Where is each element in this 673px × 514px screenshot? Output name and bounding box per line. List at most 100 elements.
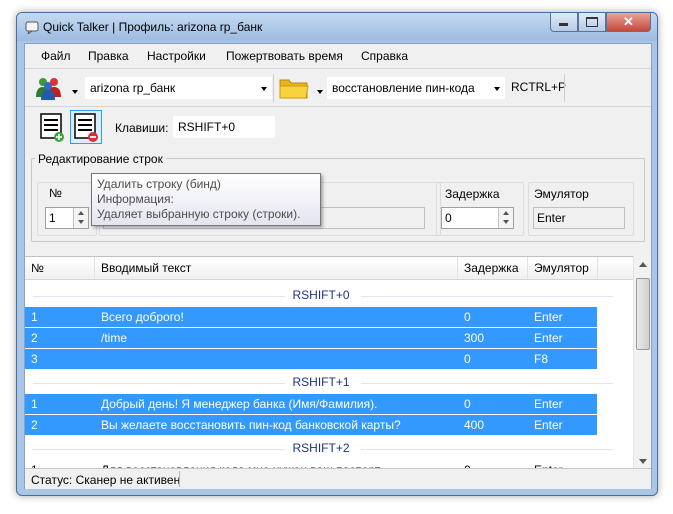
row-number: 2: [31, 331, 38, 345]
row-delay: 0: [464, 352, 471, 366]
group-header[interactable]: RSHIFT+2: [25, 438, 617, 458]
bind-menu-chevron-down-icon[interactable]: [317, 90, 323, 94]
row-emulator: Enter: [534, 418, 563, 432]
stepper-up-icon: [78, 211, 84, 215]
scroll-down-icon[interactable]: [639, 459, 647, 464]
add-line-button[interactable]: [37, 111, 67, 143]
divider: [273, 74, 274, 102]
tooltip-info-label: Информация:: [97, 192, 174, 206]
row-delay: 400: [464, 418, 485, 432]
table-row[interactable]: 3 0 F8: [25, 349, 597, 369]
profile-toolbar: arizona rp_банк восстановление пин-кода …: [25, 70, 651, 104]
hotkey-display: RCTRL+P: [511, 80, 567, 94]
group-title: RSHIFT+1: [292, 375, 350, 389]
minimize-button[interactable]: [550, 13, 578, 32]
row-text: Всего доброго!: [101, 310, 184, 324]
keys-field-value: RSHIFT+0: [178, 120, 236, 134]
row-emulator: F8: [534, 352, 549, 366]
delete-line-button[interactable]: [70, 110, 102, 144]
row-number: 1: [31, 397, 38, 411]
scroll-up-icon[interactable]: [639, 262, 647, 267]
window-title: Quick Talker | Профиль: arizona rp_банк: [43, 20, 263, 34]
bind-select-value: восстановление пин-кода: [332, 81, 475, 95]
client-area: Файл Правка Настройки Пожертвовать время…: [24, 43, 652, 489]
row-emulator: Enter: [534, 310, 563, 324]
delay-label: Задержка: [443, 187, 502, 201]
menu-file[interactable]: Файл: [41, 49, 71, 63]
column-header-text[interactable]: Вводимый текст: [95, 257, 458, 279]
scroll-thumb[interactable]: [636, 278, 650, 350]
divider: [564, 74, 565, 102]
edit-toolbar: Клавиши: RSHIFT+0: [25, 108, 651, 146]
menu-edit[interactable]: Правка: [88, 49, 129, 63]
stepper-up-icon: [503, 211, 509, 215]
app-icon: [25, 21, 39, 34]
group-header[interactable]: RSHIFT+0: [25, 285, 617, 305]
row-number: 1: [31, 310, 38, 324]
line-editor-group-title: Редактирование строк: [35, 152, 166, 166]
number-value: 1: [49, 211, 56, 225]
users-icon[interactable]: [35, 75, 63, 101]
emulator-label: Эмулятор: [532, 187, 591, 201]
divider: [25, 106, 651, 107]
close-button[interactable]: ✕: [606, 13, 651, 32]
row-number: 2: [31, 418, 38, 432]
keys-label: Клавиши:: [115, 121, 169, 135]
vertical-scrollbar[interactable]: [633, 256, 651, 470]
profile-select-value: arizona rp_банк: [90, 81, 176, 95]
chevron-down-icon: [261, 87, 267, 91]
lines-table[interactable]: № Вводимый текст Задержка Эмулятор RSHIF…: [25, 256, 633, 471]
stepper-down-icon: [503, 220, 509, 224]
divider: [25, 68, 651, 69]
status-text: Статус: Сканер не активен: [31, 473, 181, 487]
folder-icon[interactable]: [279, 76, 309, 100]
column-header-number[interactable]: №: [25, 257, 95, 279]
row-delay: 0: [464, 397, 471, 411]
column-header-emulator[interactable]: Эмулятор: [528, 257, 598, 279]
row-emulator: Enter: [534, 331, 563, 345]
column-header-delay[interactable]: Задержка: [458, 257, 528, 279]
bind-select[interactable]: восстановление пин-кода: [327, 77, 505, 99]
group-header[interactable]: RSHIFT+1: [25, 372, 617, 392]
table-row[interactable]: 1 Добрый день! Я менеджер банка (Имя/Фам…: [25, 394, 597, 414]
delay-spinner[interactable]: 0: [441, 207, 514, 229]
document-delete-icon: [74, 113, 98, 142]
row-text: /time: [101, 331, 128, 345]
menu-bar: Файл Правка Настройки Пожертвовать время…: [25, 44, 651, 66]
title-bar[interactable]: Quick Talker | Профиль: arizona rp_банк …: [17, 13, 657, 41]
table-row[interactable]: 2 Вы желаете восстановить пин-код банков…: [25, 415, 597, 435]
delay-stepper[interactable]: [498, 208, 513, 228]
maximize-button[interactable]: [578, 13, 606, 32]
profile-menu-chevron-down-icon[interactable]: [72, 90, 78, 94]
delete-line-tooltip: Удалить строку (бинд) Информация: Удаляе…: [91, 173, 321, 226]
maximize-icon: [586, 17, 598, 27]
row-text: Добрый день! Я менеджер банка (Имя/Фамил…: [101, 397, 378, 411]
tooltip-title: Удалить строку (бинд): [97, 177, 221, 191]
menu-help[interactable]: Справка: [361, 49, 408, 63]
menu-donate[interactable]: Пожертвовать время: [226, 49, 343, 63]
profile-select[interactable]: arizona rp_банк: [85, 77, 272, 99]
number-stepper[interactable]: [73, 208, 88, 228]
table-row[interactable]: 2 /time 300 Enter: [25, 328, 597, 348]
number-spinner[interactable]: 1: [45, 207, 89, 229]
table-header: № Вводимый текст Задержка Эмулятор: [25, 257, 633, 280]
delay-value: 0: [445, 211, 452, 225]
row-text: Вы желаете восстановить пин-код банковск…: [101, 418, 401, 432]
number-label: №: [47, 186, 64, 200]
table-row[interactable]: 1 Всего доброго! 0 Enter: [25, 307, 597, 327]
app-window: Quick Talker | Профиль: arizona rp_банк …: [16, 12, 658, 496]
document-add-icon: [40, 113, 64, 142]
menu-settings[interactable]: Настройки: [147, 49, 206, 63]
row-delay: 300: [464, 331, 485, 345]
divider: [179, 471, 180, 487]
emulator-field[interactable]: Enter: [533, 207, 625, 229]
close-icon: ✕: [623, 14, 634, 29]
row-emulator: Enter: [534, 397, 563, 411]
stepper-down-icon: [78, 220, 84, 224]
emulator-value: Enter: [537, 211, 566, 225]
row-delay: 0: [464, 310, 471, 324]
group-title: RSHIFT+2: [292, 441, 350, 455]
status-bar: Статус: Сканер не активен: [25, 468, 651, 489]
minimize-icon: [559, 23, 568, 26]
keys-field[interactable]: RSHIFT+0: [173, 116, 275, 138]
